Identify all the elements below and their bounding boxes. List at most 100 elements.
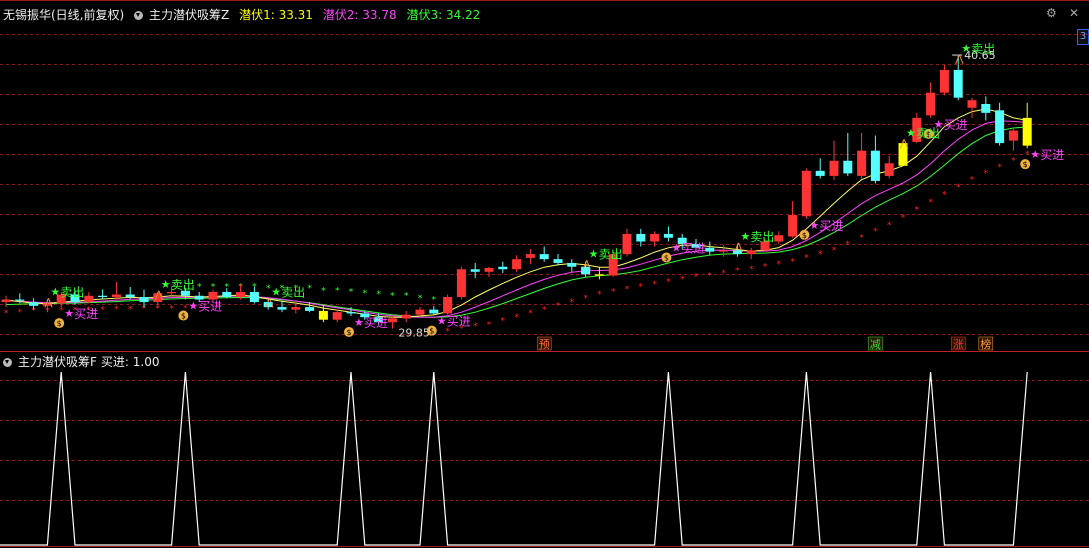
sell-label: 卖出 bbox=[281, 286, 305, 300]
sar-dot: * bbox=[114, 305, 119, 315]
sar-dot: * bbox=[128, 305, 133, 315]
sar-dot: * bbox=[487, 321, 492, 331]
candle-body bbox=[525, 254, 535, 258]
sar-dot: * bbox=[59, 306, 64, 316]
candle-body bbox=[498, 266, 508, 270]
sar-dot: * bbox=[708, 271, 713, 281]
sar-dot: * bbox=[390, 291, 395, 301]
candle-body bbox=[801, 170, 811, 217]
buy-label: 买进 bbox=[681, 242, 705, 256]
candle-body bbox=[443, 297, 453, 314]
sar-dot: * bbox=[335, 286, 340, 296]
candle-body bbox=[594, 274, 604, 276]
sar-dot: * bbox=[777, 260, 782, 270]
candle-body bbox=[249, 291, 259, 303]
sar-dot: * bbox=[625, 285, 630, 295]
sar-dot: * bbox=[763, 262, 768, 272]
candle-body bbox=[774, 235, 784, 242]
buy-star-icon: ★ bbox=[188, 300, 198, 313]
buy-star-icon: ★ bbox=[671, 242, 681, 255]
candle-body bbox=[1008, 130, 1018, 141]
candle-body bbox=[746, 250, 756, 255]
sar-dot: * bbox=[652, 280, 657, 290]
candle-body bbox=[788, 215, 798, 237]
sar-dot: * bbox=[307, 284, 312, 294]
money-bag-symbol: $ bbox=[57, 319, 62, 328]
buy-star-icon: ★ bbox=[809, 219, 819, 232]
sell-star-icon: ★ bbox=[906, 127, 916, 140]
sell-star-icon: ★ bbox=[50, 286, 60, 299]
sar-dot: * bbox=[528, 309, 533, 319]
sell-star-icon: ★ bbox=[961, 42, 971, 55]
candle-body bbox=[125, 294, 135, 298]
candle-body bbox=[29, 302, 39, 306]
sell-star-icon: ★ bbox=[740, 230, 750, 243]
buy-star-icon: ★ bbox=[64, 307, 74, 320]
buy-star-icon: ★ bbox=[437, 315, 447, 328]
candle-body bbox=[719, 250, 729, 252]
sar-dot: * bbox=[790, 257, 795, 267]
event-marker-label: 涨 bbox=[953, 338, 964, 351]
sar-dot: * bbox=[597, 290, 602, 300]
money-bag-symbol: $ bbox=[429, 327, 434, 336]
sell-star-icon: ★ bbox=[271, 286, 281, 299]
ma2-line bbox=[5, 120, 1028, 318]
ma1-line bbox=[5, 108, 1028, 318]
sar-dot: * bbox=[570, 298, 575, 308]
sar-dot: * bbox=[169, 304, 174, 314]
candle-body bbox=[305, 307, 315, 311]
candle-body bbox=[622, 233, 632, 255]
candle-body bbox=[815, 170, 825, 176]
sar-dot: * bbox=[349, 288, 354, 298]
candle-body bbox=[870, 150, 880, 181]
sar-dot: * bbox=[859, 233, 864, 243]
buy-label: 买进 bbox=[364, 316, 388, 330]
money-bag-symbol: $ bbox=[181, 312, 186, 321]
sell-arrow-icon: ⋀ bbox=[582, 260, 592, 271]
candle-body bbox=[843, 160, 853, 174]
event-marker-label: 预 bbox=[539, 338, 550, 351]
sar-dot: * bbox=[694, 273, 699, 283]
candle-body bbox=[346, 312, 356, 314]
sar-dot: * bbox=[4, 309, 9, 319]
candle-body bbox=[222, 291, 232, 298]
sar-dot: * bbox=[846, 240, 851, 250]
candle-body bbox=[829, 160, 839, 176]
candle-body bbox=[939, 69, 949, 93]
sar-dot: * bbox=[680, 275, 685, 285]
sar-dot: * bbox=[915, 206, 920, 216]
sell-label: 卖出 bbox=[971, 42, 995, 56]
sar-dot: * bbox=[197, 283, 202, 293]
sar-dot: * bbox=[1025, 150, 1030, 160]
sar-dot: * bbox=[418, 294, 423, 304]
buy-label: 买进 bbox=[819, 219, 843, 233]
sar-dot: * bbox=[432, 295, 437, 305]
candle-body bbox=[415, 309, 425, 315]
candle-body bbox=[650, 233, 660, 242]
sar-dot: * bbox=[997, 163, 1002, 173]
sar-dot: * bbox=[1011, 157, 1016, 167]
candle-body bbox=[387, 318, 397, 323]
sell-arrow-icon: ⋀ bbox=[264, 298, 274, 309]
candle-body bbox=[705, 247, 715, 252]
buy-star-icon: ★ bbox=[1030, 148, 1040, 161]
sell-arrow-icon: ⋀ bbox=[154, 290, 164, 301]
sar-dot: * bbox=[873, 227, 878, 237]
buy-label: 买进 bbox=[1040, 148, 1064, 162]
sar-dot: * bbox=[735, 266, 740, 276]
money-bag-symbol: $ bbox=[1023, 160, 1028, 169]
candle-body bbox=[291, 307, 301, 310]
candle-body bbox=[208, 291, 218, 300]
candle-body bbox=[636, 233, 646, 242]
candle-body bbox=[15, 299, 25, 301]
sar-dot: * bbox=[887, 221, 892, 231]
candle-body bbox=[318, 310, 328, 320]
candle-body bbox=[884, 163, 894, 176]
sar-dot: * bbox=[721, 269, 726, 279]
candle-body bbox=[84, 295, 94, 303]
sar-dot: * bbox=[901, 213, 906, 223]
buy-star-icon: ★ bbox=[354, 316, 364, 329]
sell-label: 卖出 bbox=[916, 127, 940, 141]
sar-dot: * bbox=[321, 286, 326, 296]
money-bag-symbol: $ bbox=[802, 231, 807, 240]
